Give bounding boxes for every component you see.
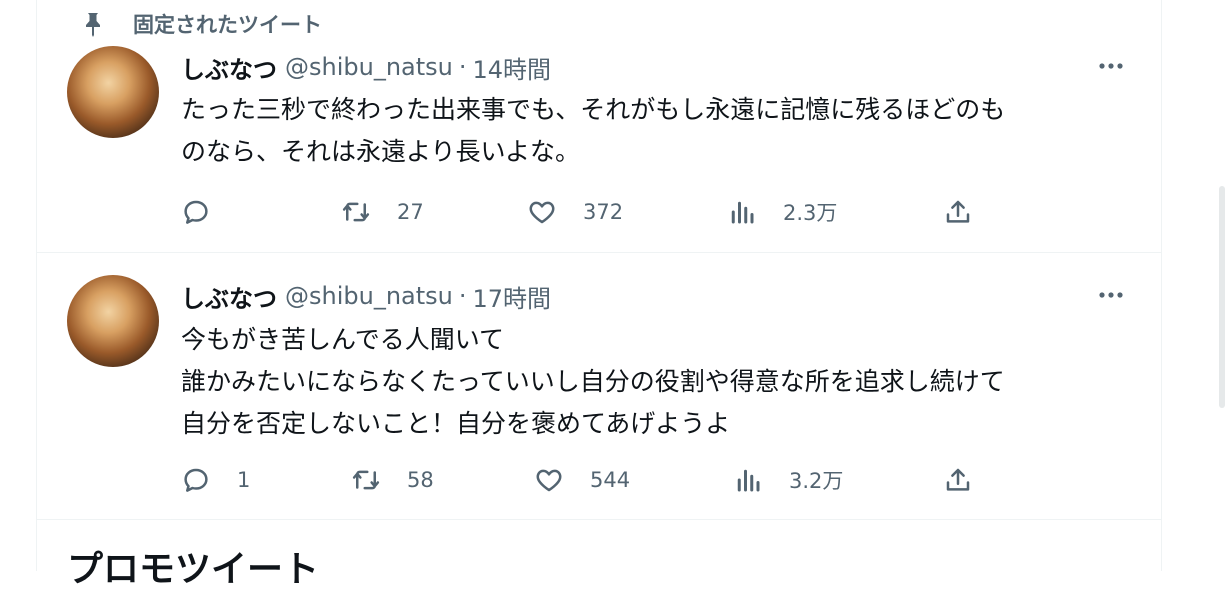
share-button[interactable]: [943, 192, 973, 232]
views-icon: [731, 201, 754, 224]
tweet-text-line: のなら、それは永遠より長いよな。: [181, 137, 581, 166]
user-handle[interactable]: @shibu_natsu: [285, 53, 453, 81]
tweet-time[interactable]: 17時間: [473, 279, 552, 314]
avatar[interactable]: [67, 275, 159, 367]
views-button[interactable]: 3.2万: [733, 460, 843, 500]
tweet-text-line: 自分を否定しないこと！自分を褒めてあげようよ: [181, 409, 731, 438]
reply-count: 1: [237, 468, 251, 492]
tweet-header: しぶなつ @shibu_natsu · 17時間: [181, 279, 551, 313]
tweet-text-line: 今もがき苦しんでる人聞いて: [181, 325, 505, 354]
more-button[interactable]: [1093, 280, 1129, 310]
tweet-text-line: たった三秒で終わった出来事でも、それがもし永遠に記憶に残るほどのも: [181, 95, 1006, 124]
retweet-button[interactable]: 58: [351, 460, 434, 500]
separator-dot: ·: [458, 282, 467, 310]
retweet-icon: [342, 202, 370, 222]
retweet-count: 58: [407, 468, 434, 492]
like-icon: [536, 469, 562, 492]
share-icon: [946, 200, 970, 223]
more-icon: [1099, 292, 1123, 298]
tweet-pinned[interactable]: 固定されたツイート しぶなつ @shibu_natsu · 14時間 たった三秒…: [37, 0, 1161, 253]
timeline: 固定されたツイート しぶなつ @shibu_natsu · 14時間 たった三秒…: [36, 0, 1162, 590]
retweet-icon: [352, 470, 380, 490]
like-count: 544: [590, 468, 631, 492]
like-icon: [529, 201, 555, 224]
scrollbar-thumb[interactable]: [1219, 186, 1225, 408]
reply-button[interactable]: [181, 192, 237, 232]
reply-icon: [184, 200, 208, 224]
more-button[interactable]: [1093, 51, 1129, 81]
tweet-text-line: 誰かみたいにならなくたっていいし自分の役割や得意な所を追求し続けて: [181, 367, 1005, 396]
pinned-label: 固定されたツイート: [133, 13, 322, 37]
views-button[interactable]: 2.3万: [727, 192, 837, 232]
share-icon: [946, 468, 970, 491]
tweet-text: たった三秒で終わった出来事でも、それがもし永遠に記憶に残るほどのも のなら、それ…: [181, 89, 1141, 173]
user-name[interactable]: しぶなつ: [181, 50, 277, 85]
more-icon: [1099, 63, 1123, 69]
like-count: 372: [583, 200, 624, 224]
promo-heading: プロモツイート: [67, 549, 320, 590]
like-button[interactable]: 544: [534, 460, 630, 500]
separator-dot: ·: [458, 53, 467, 81]
tweet[interactable]: しぶなつ @shibu_natsu · 17時間 今もがき苦しんでる人聞いて 誰…: [37, 253, 1161, 520]
view-count: 2.3万: [783, 201, 838, 225]
views-icon: [737, 469, 760, 492]
share-button[interactable]: [943, 460, 973, 500]
user-name[interactable]: しぶなつ: [181, 279, 277, 314]
pinned-indicator: 固定されたツイート: [86, 10, 322, 38]
user-handle[interactable]: @shibu_natsu: [285, 282, 453, 310]
tweet-text: 今もがき苦しんでる人聞いて 誰かみたいにならなくたっていいし自分の役割や得意な所…: [181, 319, 1141, 445]
avatar[interactable]: [67, 46, 159, 138]
like-button[interactable]: 372: [527, 192, 623, 232]
pin-icon: [81, 11, 105, 37]
reply-icon: [184, 468, 208, 492]
reply-button[interactable]: 1: [181, 460, 250, 500]
tweet-actions: 27 372 2.3万: [37, 192, 1161, 232]
scrollbar[interactable]: [1215, 0, 1225, 571]
view-count: 3.2万: [789, 469, 844, 493]
retweet-button[interactable]: 27: [341, 192, 424, 232]
tweet-actions: 1 58 544 3.2万: [37, 460, 1161, 500]
tweet-header: しぶなつ @shibu_natsu · 14時間: [181, 50, 551, 84]
retweet-count: 27: [397, 200, 424, 224]
tweet-time[interactable]: 14時間: [473, 50, 552, 85]
